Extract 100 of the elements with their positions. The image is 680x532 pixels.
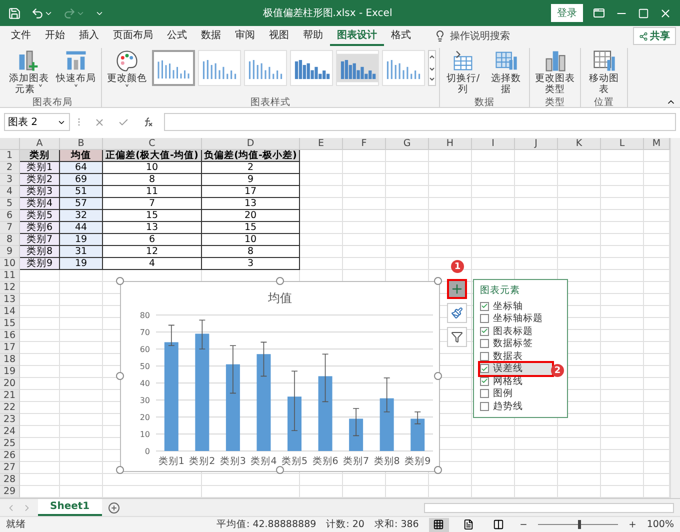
- ribbon-command[interactable]: 快速布局 ˅: [54, 48, 98, 96]
- ribbon-command[interactable]: 添加图表元素 ˅: [7, 48, 51, 96]
- resize-handle[interactable]: [276, 277, 284, 285]
- checkbox[interactable]: [480, 314, 489, 324]
- tell-me-search[interactable]: 操作说明搜索: [450, 29, 510, 43]
- column-header[interactable]: A: [20, 138, 60, 150]
- row-header[interactable]: 26: [0, 450, 20, 462]
- column-header[interactable]: I: [472, 138, 515, 150]
- resize-handle[interactable]: [434, 277, 442, 285]
- chart-elements-button[interactable]: [447, 279, 467, 299]
- row-header[interactable]: 3: [0, 174, 20, 186]
- chart-style-thumbnail[interactable]: [152, 50, 195, 86]
- resize-handle[interactable]: [116, 277, 124, 285]
- column-header[interactable]: D: [202, 138, 300, 150]
- ribbon-tab[interactable]: 公式: [160, 26, 194, 46]
- zoom-thumb[interactable]: [578, 520, 581, 529]
- row-header[interactable]: 6: [0, 210, 20, 222]
- column-header[interactable]: H: [429, 138, 472, 150]
- ribbon-command[interactable]: 选择数据: [486, 48, 526, 96]
- chart-styles-button[interactable]: [447, 303, 467, 323]
- row-header[interactable]: 22: [0, 402, 20, 414]
- row-header[interactable]: 17: [0, 342, 20, 354]
- ribbon-tab[interactable]: 开始: [38, 26, 72, 46]
- row-header[interactable]: 7: [0, 222, 20, 234]
- element-option[interactable]: 图例: [480, 388, 567, 400]
- redo-icon[interactable]: [63, 6, 76, 20]
- column-header[interactable]: M: [644, 138, 670, 150]
- resize-handle[interactable]: [434, 372, 442, 380]
- row-header[interactable]: 1: [0, 150, 20, 162]
- ribbon-tab[interactable]: 视图: [262, 26, 296, 46]
- row-header[interactable]: 11: [0, 270, 20, 282]
- gallery-scroll-icon[interactable]: [428, 50, 436, 86]
- row-header[interactable]: 5: [0, 198, 20, 210]
- sheet-tab[interactable]: Sheet1: [38, 499, 102, 516]
- column-header[interactable]: C: [103, 138, 202, 150]
- row-header[interactable]: 16: [0, 330, 20, 342]
- row-header[interactable]: 13: [0, 294, 20, 306]
- checkbox[interactable]: [480, 352, 489, 361]
- row-header[interactable]: 27: [0, 462, 20, 474]
- ribbon-tab[interactable]: 帮助: [296, 26, 330, 46]
- column-header[interactable]: K: [558, 138, 601, 150]
- ribbon-display-icon[interactable]: [593, 7, 605, 19]
- normal-view-button[interactable]: [428, 518, 449, 532]
- horizontal-scrollbar[interactable]: [424, 502, 674, 512]
- undo-icon[interactable]: [31, 6, 44, 20]
- ribbon-tab[interactable]: 文件: [4, 26, 38, 46]
- column-header[interactable]: G: [386, 138, 429, 150]
- ribbon-command[interactable]: 切换行/列: [443, 48, 483, 96]
- column-header[interactable]: J: [515, 138, 558, 150]
- ribbon-tab[interactable]: 格式: [384, 26, 418, 46]
- add-sheet-icon[interactable]: [108, 502, 120, 514]
- checkbox[interactable]: [480, 326, 489, 336]
- element-option[interactable]: 数据表: [480, 350, 567, 362]
- column-header[interactable]: B: [60, 138, 103, 150]
- share-button[interactable]: 共享: [633, 27, 676, 45]
- row-header[interactable]: 10: [0, 258, 20, 270]
- element-option[interactable]: 坐标轴标题: [480, 312, 567, 325]
- ribbon-tab[interactable]: 插入: [72, 26, 106, 46]
- cancel-icon[interactable]: [94, 116, 106, 128]
- row-header[interactable]: 4: [0, 186, 20, 198]
- name-box[interactable]: 图表 2: [4, 113, 70, 131]
- close-icon[interactable]: [659, 6, 672, 20]
- element-option[interactable]: 网格线: [480, 375, 567, 388]
- ribbon-tab[interactable]: 数据: [194, 26, 228, 46]
- enter-icon[interactable]: [118, 116, 129, 128]
- chart-filter-button[interactable]: [447, 327, 467, 347]
- ribbon-command[interactable]: 更改图表类型: [533, 48, 577, 96]
- element-option[interactable]: 数据标签: [480, 338, 567, 350]
- resize-handle[interactable]: [276, 466, 284, 474]
- save-icon[interactable]: [8, 6, 21, 20]
- checkbox[interactable]: [480, 402, 489, 411]
- row-header[interactable]: 8: [0, 234, 20, 246]
- ribbon-tab[interactable]: 页面布局: [106, 26, 160, 46]
- ribbon-command[interactable]: 更改颜色 ˅: [105, 48, 149, 96]
- zoom-in-icon[interactable]: [628, 520, 637, 529]
- row-header[interactable]: 24: [0, 426, 20, 438]
- element-option[interactable]: 坐标轴: [480, 300, 567, 312]
- row-header[interactable]: 2: [0, 162, 20, 174]
- row-header[interactable]: 20: [0, 378, 20, 390]
- row-header[interactable]: 19: [0, 366, 20, 378]
- element-option[interactable]: 趋势线: [480, 400, 567, 412]
- ribbon-tab[interactable]: 审阅: [228, 26, 262, 46]
- column-header[interactable]: L: [601, 138, 644, 150]
- column-header[interactable]: F: [343, 138, 386, 150]
- row-header[interactable]: 14: [0, 306, 20, 318]
- checkbox[interactable]: [480, 364, 489, 374]
- ribbon-command[interactable]: 移动图表: [584, 48, 624, 96]
- maximize-icon[interactable]: [638, 8, 649, 18]
- row-header[interactable]: 25: [0, 438, 20, 450]
- row-header[interactable]: 23: [0, 414, 20, 426]
- row-header[interactable]: 12: [0, 282, 20, 294]
- resize-handle[interactable]: [434, 466, 442, 474]
- checkbox[interactable]: [480, 302, 489, 311]
- sign-in-button[interactable]: 登录: [551, 4, 583, 22]
- row-header[interactable]: 9: [0, 246, 20, 258]
- column-header[interactable]: E: [300, 138, 343, 150]
- row-header[interactable]: 28: [0, 474, 20, 486]
- resize-handle[interactable]: [116, 466, 124, 474]
- vertical-scrollbar[interactable]: [670, 138, 680, 498]
- element-option[interactable]: 误差线: [480, 362, 552, 375]
